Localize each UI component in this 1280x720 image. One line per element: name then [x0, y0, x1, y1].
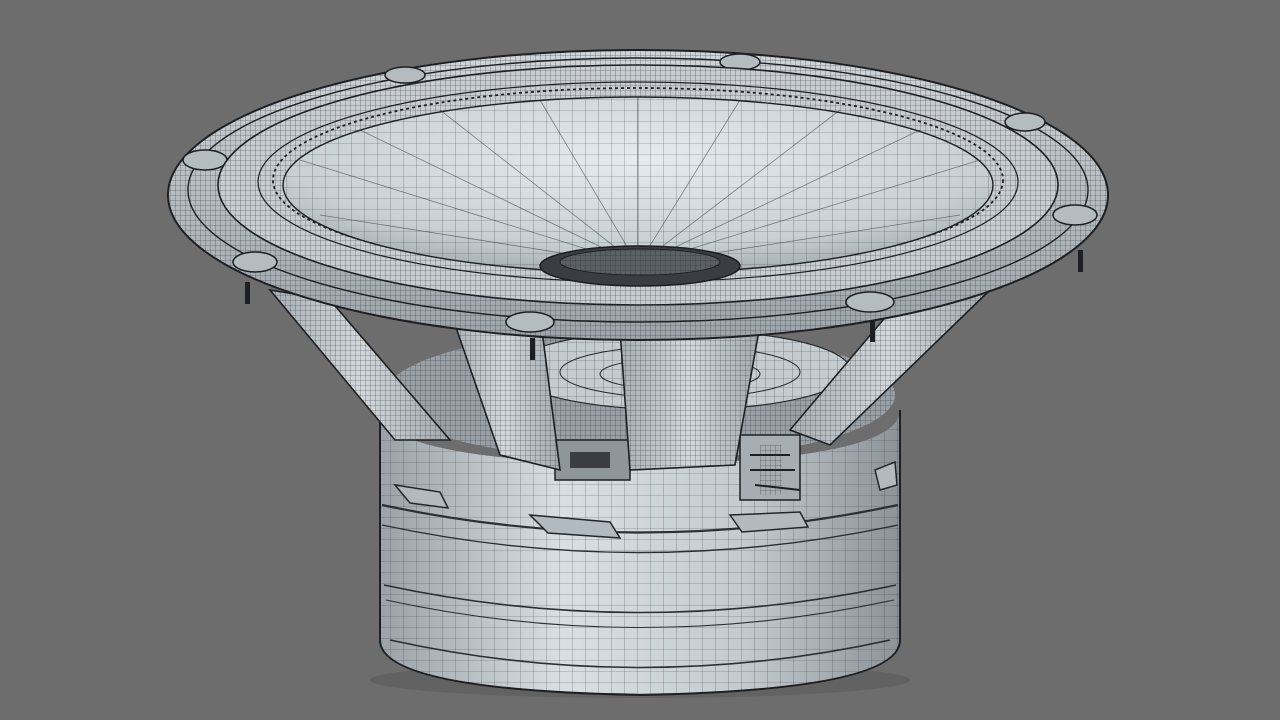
render-viewport — [0, 0, 1280, 720]
dust-cap — [539, 245, 741, 287]
speaker-wireframe-render — [0, 0, 1280, 720]
